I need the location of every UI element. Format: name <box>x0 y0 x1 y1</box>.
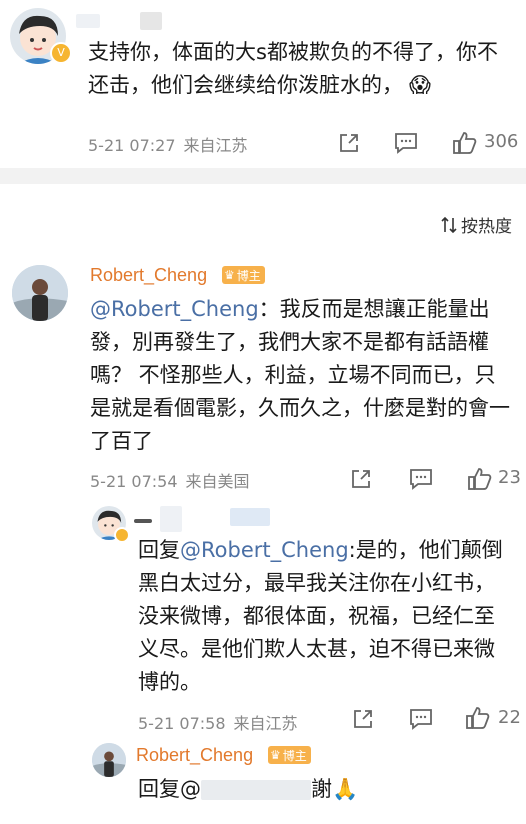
avatar-robert-cheng[interactable] <box>12 265 68 321</box>
blurred-username <box>140 12 162 30</box>
share-icon[interactable] <box>336 130 362 156</box>
blogger-badge: ♛ 博主 <box>268 746 311 764</box>
comment-meta: 5-21 07:27 来自江苏 <box>88 136 248 155</box>
comment-meta: 5-21 07:54 来自美国 <box>90 472 250 491</box>
mention-link[interactable]: @Robert_Cheng <box>180 538 349 562</box>
blurred-username <box>134 519 152 523</box>
like-count: 306 <box>484 131 519 152</box>
sort-by-hot-button[interactable]: 按热度 <box>440 212 512 237</box>
comment-icon[interactable] <box>408 706 434 732</box>
verified-badge-icon: V <box>50 42 72 64</box>
blurred-username <box>76 14 100 28</box>
crown-icon: ♛ <box>224 268 235 282</box>
blurred-username <box>160 506 182 532</box>
section-divider <box>0 168 526 184</box>
avatar-robert-cheng[interactable] <box>92 743 126 777</box>
emoji-icon: 😱 <box>409 73 431 97</box>
comment-text: @Robert_Cheng：我反而是想讓正能量出發，別再發生了，我們大家不是都有… <box>90 297 510 453</box>
username[interactable]: Robert_Cheng <box>90 265 207 286</box>
comment-text: 支持你，体面的大s都被欺负的不得了，你不还击，他们会继续给你泼脏水的， 😱 <box>88 40 498 97</box>
like-count: 23 <box>498 467 521 488</box>
blurred-username <box>201 780 311 800</box>
blogger-badge: ♛ 博主 <box>222 266 265 284</box>
photo-avatar-image <box>12 265 68 321</box>
share-icon[interactable] <box>348 466 374 492</box>
comment-icon[interactable] <box>408 466 434 492</box>
reply-text: 回复@ 謝🙏 <box>138 777 359 801</box>
blurred-username <box>230 508 270 526</box>
share-icon[interactable] <box>350 706 376 732</box>
pray-emoji-icon: 🙏 <box>332 777 359 801</box>
verified-badge-icon <box>114 527 130 543</box>
like-icon[interactable] <box>466 465 494 493</box>
reply-meta: 5-21 07:58 来自江苏 <box>138 714 298 733</box>
mention-link[interactable]: @Robert_Cheng <box>90 297 259 321</box>
like-icon[interactable] <box>451 129 479 157</box>
like-count: 22 <box>498 707 521 728</box>
crown-icon: ♛ <box>270 748 281 762</box>
username[interactable]: Robert_Cheng <box>136 745 253 766</box>
comment-icon[interactable] <box>393 130 419 156</box>
like-icon[interactable] <box>464 704 492 732</box>
photo-avatar-image <box>92 743 126 777</box>
reply-text: 回复@Robert_Cheng:是的，他们颠倒黑白太过分，最早我关注你在小红书，… <box>138 538 503 694</box>
sort-icon <box>441 216 457 233</box>
